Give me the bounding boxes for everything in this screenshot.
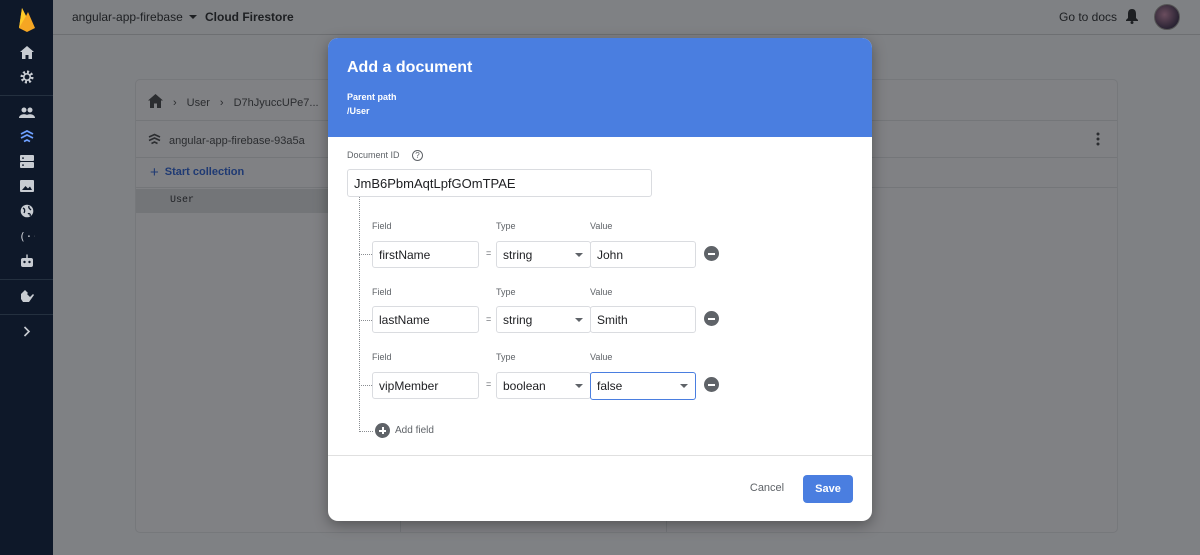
product-name: Cloud Firestore	[205, 10, 294, 24]
type-select[interactable]: boolean	[496, 372, 591, 399]
add-field-label: Add field	[395, 425, 434, 436]
chevron-right-icon[interactable]	[17, 321, 37, 341]
more-vert-icon[interactable]	[1096, 132, 1100, 151]
plus-icon: +	[150, 163, 159, 181]
remove-field-icon[interactable]	[704, 246, 719, 261]
top-bar: angular-app-firebase Cloud Firestore Go …	[53, 0, 1200, 35]
field-name-text: lastName	[379, 312, 430, 327]
value-label: Value	[590, 287, 613, 297]
type-label: Type	[496, 287, 516, 297]
divider	[328, 455, 872, 456]
tree-line	[359, 197, 360, 432]
value-label: Value	[590, 221, 613, 231]
field-name-text: firstName	[379, 247, 431, 262]
notification-bell-icon[interactable]	[1125, 8, 1139, 29]
tree-branch	[359, 320, 372, 321]
database-icon[interactable]	[17, 151, 37, 171]
cancel-button[interactable]: Cancel	[738, 475, 796, 501]
type-select-value: boolean	[503, 378, 546, 393]
field-name-text: vipMember	[379, 378, 439, 393]
value-select-value: false	[597, 379, 623, 393]
globe-icon[interactable]	[17, 201, 37, 221]
value-input[interactable]: Smith	[590, 306, 696, 333]
extensions-icon[interactable]	[17, 286, 37, 306]
svg-text:(··): (··)	[19, 230, 35, 242]
breadcrumb-document[interactable]: D7hJyuccUPe7...	[234, 97, 319, 109]
collection-name: User	[170, 195, 195, 206]
firestore-icon[interactable]	[17, 126, 37, 146]
database-root[interactable]: angular-app-firebase-93a5a	[148, 133, 305, 148]
type-select[interactable]: string	[496, 241, 591, 268]
left-nav-rail: (··)	[0, 0, 53, 555]
field-name-input[interactable]: lastName	[372, 306, 479, 333]
add-document-dialog: Add a document Parent path /User Documen…	[328, 38, 872, 521]
dialog-header: Add a document Parent path /User	[328, 38, 872, 137]
dropdown-arrow-icon	[575, 317, 583, 322]
robot-icon[interactable]	[17, 251, 37, 271]
avatar[interactable]	[1154, 4, 1180, 30]
remove-field-icon[interactable]	[704, 377, 719, 392]
gear-icon[interactable]	[17, 67, 37, 87]
firestore-icon	[148, 133, 161, 148]
tree-branch	[359, 254, 372, 255]
database-name: angular-app-firebase-93a5a	[169, 134, 305, 147]
equals-sign: =	[486, 248, 492, 258]
add-field-button[interactable]: Add field	[375, 423, 434, 438]
field-label: Field	[372, 352, 392, 362]
parent-path-label: Parent path	[347, 92, 397, 102]
project-name: angular-app-firebase	[72, 10, 183, 24]
chevron-down-icon	[188, 15, 197, 19]
go-to-docs-link[interactable]: Go to docs	[1059, 10, 1117, 24]
breadcrumb-collection[interactable]: User	[187, 97, 210, 109]
field-label: Field	[372, 221, 392, 231]
start-collection-label: Start collection	[164, 166, 245, 178]
add-circle-icon	[375, 423, 390, 438]
tree-branch	[359, 431, 373, 432]
document-id-label: Document ID	[347, 150, 400, 160]
type-label: Type	[496, 352, 516, 362]
equals-sign: =	[486, 314, 492, 324]
type-label: Type	[496, 221, 516, 231]
parent-path-value: /User	[347, 106, 370, 116]
list-item[interactable]: User	[136, 189, 328, 213]
field-name-input[interactable]: vipMember	[372, 372, 479, 399]
chevron-right-icon: ›	[173, 96, 177, 109]
firebase-logo[interactable]	[17, 6, 37, 37]
field-name-input[interactable]: firstName	[372, 241, 479, 268]
dialog-title: Add a document	[347, 59, 473, 76]
dropdown-arrow-icon	[575, 383, 583, 388]
value-text: Smith	[597, 312, 628, 327]
remove-field-icon[interactable]	[704, 311, 719, 326]
chevron-right-icon: ›	[219, 96, 224, 109]
home-icon[interactable]	[17, 42, 37, 62]
functions-icon[interactable]: (··)	[17, 226, 37, 246]
type-select-value: string	[503, 247, 533, 262]
tree-branch	[359, 385, 372, 386]
value-label: Value	[590, 352, 613, 362]
document-id-value: JmB6PbmAqtLpfGOmTPAE	[354, 175, 516, 191]
users-icon[interactable]	[17, 102, 37, 122]
start-collection-button[interactable]: + Start collection	[150, 163, 245, 181]
home-icon[interactable]	[148, 94, 163, 111]
type-select[interactable]: string	[496, 306, 591, 333]
project-selector[interactable]: angular-app-firebase	[72, 10, 197, 24]
dropdown-arrow-icon	[680, 384, 688, 388]
value-text: John	[597, 247, 624, 262]
type-select-value: string	[503, 312, 533, 327]
document-id-field[interactable]: JmB6PbmAqtLpfGOmTPAE	[347, 169, 652, 197]
dropdown-arrow-icon	[575, 252, 583, 257]
equals-sign: =	[486, 379, 492, 389]
breadcrumb: › User › D7hJyuccUPe7...	[148, 94, 319, 111]
image-icon[interactable]	[17, 176, 37, 196]
save-button[interactable]: Save	[803, 475, 853, 503]
value-select[interactable]: false	[590, 372, 696, 400]
field-label: Field	[372, 287, 392, 297]
value-input[interactable]: John	[590, 241, 696, 268]
help-icon[interactable]: ?	[412, 150, 423, 161]
